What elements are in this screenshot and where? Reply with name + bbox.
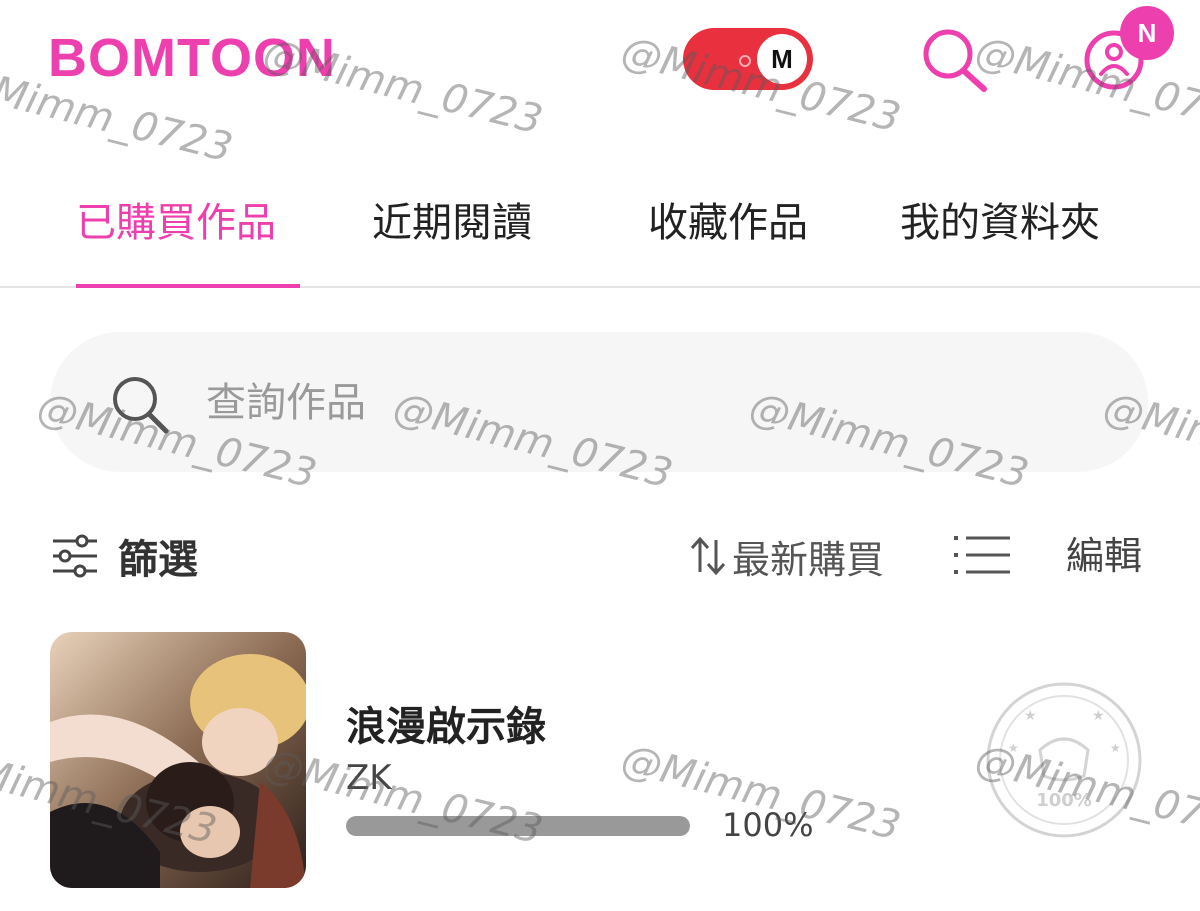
item-title: 浪漫啟示錄 [346, 704, 546, 750]
tab-my-folder[interactable]: 我的資料夾 [900, 180, 1100, 286]
svg-text:★: ★ [1024, 708, 1037, 724]
list-view-button[interactable] [952, 532, 1012, 578]
cover-image[interactable] [50, 632, 306, 888]
filter-button[interactable]: 篩選 [50, 526, 198, 586]
bomtoon-logo[interactable]: BOMTOON [48, 26, 336, 90]
reading-progress-text: 100% [722, 806, 814, 844]
tab-purchased[interactable]: 已購買作品 [76, 180, 300, 288]
sliders-icon [53, 534, 97, 578]
toggle-knob-label: M [757, 34, 807, 84]
sort-arrows-icon [690, 536, 726, 576]
library-tabs: 已購買作品 近期閱讀 收藏作品 我的資料夾 [0, 180, 1200, 288]
tab-favorites[interactable]: 收藏作品 [648, 180, 808, 286]
svg-text:★: ★ [1110, 741, 1121, 755]
edit-button[interactable]: 編輯 [1066, 526, 1142, 586]
mode-toggle[interactable]: M [683, 28, 813, 90]
svg-text:★: ★ [1092, 708, 1105, 724]
filter-label: 篩選 [118, 537, 198, 583]
search-button[interactable] [918, 26, 992, 96]
sort-button[interactable]: 最新購買 [688, 526, 884, 586]
list-item[interactable]: 浪漫啟示錄 ZK 100% ★ ★ ★ ★ 100% [0, 630, 1200, 900]
tab-recent[interactable]: 近期閱讀 [372, 180, 532, 286]
svg-text:★: ★ [1008, 741, 1019, 755]
search-icon [113, 377, 169, 434]
toggle-indicator-dot [739, 55, 751, 67]
reading-progress-bar [346, 816, 690, 836]
sort-label: 最新購買 [732, 537, 885, 582]
notification-badge[interactable]: N [1120, 6, 1174, 60]
list-icon [954, 536, 1010, 574]
search-bar[interactable] [50, 332, 1148, 472]
search-icon [923, 29, 987, 92]
completed-stamp-icon: ★ ★ ★ ★ 100% [986, 682, 1142, 838]
search-input[interactable] [204, 362, 1108, 444]
reading-progress-fill [346, 816, 690, 836]
stamp-label: 100% [1036, 790, 1092, 811]
item-author: ZK [346, 758, 392, 798]
